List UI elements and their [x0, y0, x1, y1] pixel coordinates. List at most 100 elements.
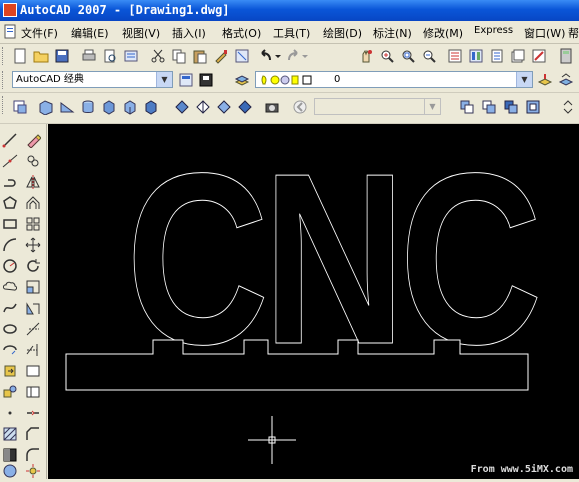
- line-icon[interactable]: [2, 132, 18, 148]
- polyline-icon[interactable]: [2, 174, 18, 190]
- copy-icon[interactable]: [171, 48, 187, 64]
- box-icon[interactable]: [38, 99, 54, 115]
- workspace-settings-icon[interactable]: [178, 72, 194, 88]
- chevron-down-icon[interactable]: ▼: [156, 72, 172, 87]
- extend-icon[interactable]: [25, 342, 41, 358]
- rotate-icon[interactable]: [25, 258, 41, 274]
- stretch-icon[interactable]: [25, 300, 41, 316]
- new-file-icon[interactable]: [12, 48, 28, 64]
- menu-window[interactable]: 窗口(W): [524, 25, 565, 41]
- shade-icon[interactable]: [174, 99, 190, 115]
- arc-icon[interactable]: [2, 237, 18, 253]
- make-object-layer-current-icon[interactable]: [537, 72, 553, 88]
- chevron-down-icon[interactable]: ▼: [516, 72, 532, 87]
- explode-icon[interactable]: [25, 463, 41, 479]
- render-camera-icon[interactable]: [264, 99, 280, 115]
- ellipse-icon[interactable]: [2, 321, 18, 337]
- tool-icon-1[interactable]: [12, 99, 28, 115]
- join-icon[interactable]: [25, 405, 41, 421]
- shade-3-icon[interactable]: [216, 99, 232, 115]
- workspace-select[interactable]: AutoCAD 经典 ▼: [12, 71, 173, 88]
- menu-file[interactable]: 文件(F): [21, 25, 58, 41]
- menu-insert[interactable]: 插入(I): [172, 25, 206, 41]
- redo-icon[interactable]: [285, 48, 301, 64]
- chamfer-icon[interactable]: [25, 426, 41, 442]
- navigate-icon[interactable]: [292, 99, 308, 115]
- cut-icon[interactable]: [150, 48, 166, 64]
- offset-icon[interactable]: [25, 195, 41, 211]
- zoom-previous-icon[interactable]: [421, 48, 437, 64]
- trim-icon[interactable]: [25, 321, 41, 337]
- fillet-icon[interactable]: [25, 447, 41, 463]
- make-block-icon[interactable]: [2, 384, 18, 400]
- viewport-icon-1[interactable]: [459, 99, 475, 115]
- properties-icon[interactable]: [447, 48, 463, 64]
- point-icon[interactable]: [2, 405, 18, 421]
- cylinder-icon[interactable]: [80, 99, 96, 115]
- toolbar-grip[interactable]: [2, 47, 6, 65]
- menu-modify[interactable]: 修改(M): [423, 25, 463, 41]
- solid-view-2-icon[interactable]: [143, 99, 159, 115]
- viewport-icon-4[interactable]: [525, 99, 541, 115]
- drawing-canvas[interactable]: CNC From www.5iMX.com: [48, 122, 579, 479]
- revision-cloud-icon[interactable]: [2, 279, 18, 295]
- undo-icon[interactable]: [258, 48, 274, 64]
- ellipse-arc-icon[interactable]: [2, 342, 18, 358]
- menu-help[interactable]: 帮: [568, 25, 579, 41]
- toolbar-grip[interactable]: [2, 71, 6, 89]
- document-icon[interactable]: [3, 24, 18, 39]
- match-properties-icon[interactable]: [213, 48, 229, 64]
- region-icon[interactable]: [2, 463, 18, 479]
- sheet-set-manager-icon[interactable]: [510, 48, 526, 64]
- undo-dropdown-icon[interactable]: [274, 48, 282, 64]
- break-icon[interactable]: [25, 384, 41, 400]
- layer-properties-manager-icon[interactable]: [234, 72, 250, 88]
- circle-icon[interactable]: [2, 258, 18, 274]
- menu-format[interactable]: 格式(O): [222, 25, 261, 41]
- design-center-icon[interactable]: [468, 48, 484, 64]
- insert-block-icon[interactable]: [2, 363, 18, 379]
- redo-dropdown-icon[interactable]: [301, 48, 309, 64]
- solid-view-icon[interactable]: [122, 99, 138, 115]
- publish-icon[interactable]: [123, 48, 139, 64]
- toolbar-options-icon[interactable]: [560, 99, 576, 115]
- tool-palettes-icon[interactable]: [489, 48, 505, 64]
- paste-icon[interactable]: [192, 48, 208, 64]
- wedge-icon[interactable]: [59, 99, 75, 115]
- menu-edit[interactable]: 编辑(E): [71, 25, 109, 41]
- menu-view[interactable]: 视图(V): [122, 25, 160, 41]
- block-editor-icon[interactable]: [234, 48, 250, 64]
- layer-select[interactable]: 0 ▼: [255, 71, 533, 88]
- move-icon[interactable]: [25, 237, 41, 253]
- menu-draw[interactable]: 绘图(D): [323, 25, 362, 41]
- spline-icon[interactable]: [2, 300, 18, 316]
- pan-realtime-icon[interactable]: [358, 48, 374, 64]
- toolbar-grip[interactable]: [2, 96, 6, 114]
- layer-previous-icon[interactable]: [558, 72, 574, 88]
- calculator-icon[interactable]: [558, 48, 574, 64]
- erase-icon[interactable]: [25, 132, 41, 148]
- mirror-icon[interactable]: [25, 174, 41, 190]
- scale-icon[interactable]: [25, 279, 41, 295]
- zoom-realtime-icon[interactable]: [379, 48, 395, 64]
- save-icon[interactable]: [54, 48, 70, 64]
- viewport-icon-2[interactable]: [481, 99, 497, 115]
- print-icon[interactable]: [81, 48, 97, 64]
- named-views-select[interactable]: ▼: [314, 98, 441, 115]
- construction-line-icon[interactable]: [2, 153, 18, 169]
- save-workspace-icon[interactable]: [198, 72, 214, 88]
- rectangle-icon[interactable]: [2, 216, 18, 232]
- menu-dimension[interactable]: 标注(N): [373, 25, 412, 41]
- viewport-icon-3[interactable]: [503, 99, 519, 115]
- markup-set-manager-icon[interactable]: [531, 48, 547, 64]
- shade-2-icon[interactable]: [195, 99, 211, 115]
- array-icon[interactable]: [25, 216, 41, 232]
- chevron-down-icon[interactable]: ▼: [424, 99, 440, 114]
- plot-preview-icon[interactable]: [102, 48, 118, 64]
- shade-4-icon[interactable]: [237, 99, 253, 115]
- gradient-icon[interactable]: [2, 447, 18, 463]
- polygon-icon[interactable]: [2, 195, 18, 211]
- zoom-window-icon[interactable]: [400, 48, 416, 64]
- box-solid-icon[interactable]: [101, 99, 117, 115]
- hatch-icon[interactable]: [2, 426, 18, 442]
